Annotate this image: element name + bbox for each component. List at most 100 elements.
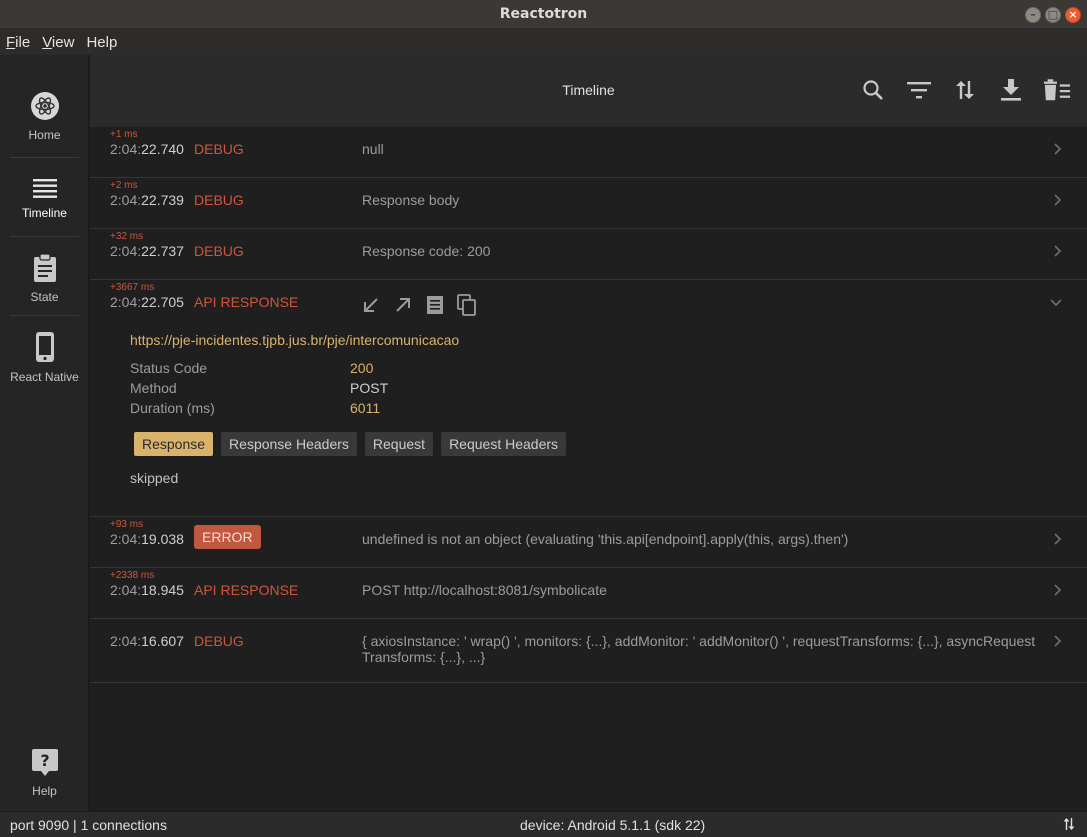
time-delta: +2 ms [110, 180, 138, 191]
timeline-row[interactable]: +93 ms 2:04:19.038 ERROR undefined is no… [90, 517, 1087, 568]
event-type: DEBUG [194, 141, 244, 157]
sidebar-divider [10, 236, 79, 237]
chevron-right-icon[interactable] [1053, 141, 1063, 162]
detail-row-duration: Duration (ms) 6011 [130, 400, 380, 416]
svg-text:?: ? [40, 751, 49, 770]
filter-icon[interactable] [905, 77, 933, 103]
timestamp: 2:04:19.038 [110, 531, 184, 547]
clipboard-icon [32, 253, 58, 286]
atom-icon [30, 91, 60, 124]
timeline-row[interactable]: +2338 ms 2:04:18.945 API RESPONSE POST h… [90, 568, 1087, 619]
detail-value: 200 [350, 360, 374, 376]
sort-icon[interactable] [951, 77, 979, 103]
minimize-button[interactable]: – [1025, 7, 1041, 23]
menu-view-label: iew [51, 33, 75, 51]
window-title: Reactotron [499, 6, 588, 22]
sidebar-item-timeline[interactable]: Timeline [0, 177, 89, 220]
time-delta: +2338 ms [110, 570, 155, 581]
arrow-in-icon[interactable] [360, 294, 382, 316]
timestamp: 2:04:22.739 [110, 192, 184, 208]
copy-icon[interactable] [456, 294, 478, 316]
menu-help-label: Help [86, 33, 118, 51]
timeline-row[interactable]: +1 ms 2:04:22.740 DEBUG null [90, 127, 1087, 178]
window-titlebar: Reactotron – □ × [0, 0, 1087, 29]
menu-file[interactable]: File [6, 34, 30, 51]
menu-file-label: ile [15, 33, 31, 51]
chevron-right-icon[interactable] [1053, 192, 1063, 213]
request-url: https://pje-incidentes.tjpb.jus.br/pje/i… [130, 332, 460, 348]
device-info: device: Android 5.1.1 (sdk 22) [520, 817, 706, 833]
help-icon: ? [31, 747, 59, 780]
chevron-right-icon[interactable] [1053, 243, 1063, 264]
timeline-row[interactable]: +32 ms 2:04:22.737 DEBUG Response code: … [90, 229, 1087, 280]
detail-value: POST [350, 380, 389, 396]
maximize-button[interactable]: □ [1045, 7, 1061, 23]
sidebar-item-home[interactable]: Home [0, 91, 89, 142]
sidebar-divider [10, 157, 79, 158]
event-type: API RESPONSE [194, 582, 299, 598]
timestamp-main: 16.607 [141, 633, 184, 649]
chevron-right-icon[interactable] [1053, 582, 1063, 603]
menu-file-mnemonic: F [6, 33, 16, 51]
timeline-list: +1 ms 2:04:22.740 DEBUG null +2 ms 2:04:… [90, 127, 1087, 811]
detail-row-method: Method POST [130, 380, 388, 396]
timeline-row[interactable]: +2 ms 2:04:22.739 DEBUG Response body [90, 178, 1087, 229]
timestamp-main: 18.945 [141, 582, 184, 598]
timeline-row[interactable]: 2:04:16.607 DEBUG { axiosInstance: ' wra… [90, 619, 1087, 683]
arrow-out-icon[interactable] [392, 294, 414, 316]
sidebar-item-react-native[interactable]: React Native [0, 331, 89, 384]
error-badge: ERROR [194, 525, 261, 549]
timestamp: 2:04:22.737 [110, 243, 184, 259]
timestamp-main: 22.705 [141, 294, 184, 310]
detail-key: Status Code [130, 360, 208, 376]
close-button[interactable]: × [1065, 7, 1081, 23]
chevron-right-icon[interactable] [1053, 633, 1063, 654]
sidebar-item-label: Timeline [22, 206, 67, 220]
detail-row-status: Status Code 200 [130, 360, 373, 376]
minimize-icon: – [1030, 8, 1036, 21]
tab-response-headers[interactable]: Response Headers [221, 432, 357, 456]
event-message: { axiosInstance: ' wrap() ', monitors: {… [362, 633, 1036, 665]
tab-request[interactable]: Request [364, 432, 434, 456]
detail-key: Duration (ms) [130, 400, 215, 416]
event-message: undefined is not an object (evaluating '… [362, 531, 849, 547]
receipt-icon[interactable] [424, 294, 446, 316]
maximize-icon: □ [1047, 8, 1059, 21]
timestamp-prefix: 2:04: [110, 243, 142, 259]
timestamp-main: 22.740 [141, 141, 184, 157]
chevron-down-icon[interactable] [1049, 294, 1063, 315]
timeline-row-expanded[interactable]: +3667 ms 2:04:22.705 API RESPONSE https:… [90, 280, 1087, 517]
delete-all-icon[interactable] [1043, 77, 1071, 103]
event-type: API RESPONSE [194, 294, 299, 310]
sidebar-item-label: React Native [10, 370, 79, 384]
timestamp-prefix: 2:04: [110, 294, 142, 310]
chevron-right-icon[interactable] [1053, 531, 1063, 552]
menu-view-mnemonic: V [42, 33, 52, 51]
tab-request-headers[interactable]: Request Headers [441, 432, 567, 456]
event-message: POST http://localhost:8081/symbolicate [362, 582, 607, 598]
transfer-icon[interactable] [1063, 817, 1075, 834]
response-body: skipped [130, 470, 179, 486]
sidebar-item-label: Home [28, 128, 61, 142]
timestamp-prefix: 2:04: [110, 141, 142, 157]
timestamp: 2:04:22.705 [110, 294, 184, 310]
status-bar: port 9090 | 1 connections device: Androi… [0, 811, 1087, 837]
menubar: File View Help [0, 29, 1087, 55]
menu-help[interactable]: Help [86, 34, 117, 51]
menu-view[interactable]: View [42, 34, 74, 51]
sidebar-item-state[interactable]: State [0, 253, 89, 304]
time-delta: +32 ms [110, 231, 144, 242]
list-icon [32, 177, 58, 202]
close-icon: × [1068, 8, 1078, 21]
event-message: Response code: 200 [362, 243, 491, 259]
download-icon[interactable] [997, 77, 1025, 103]
timestamp-prefix: 2:04: [110, 531, 142, 547]
timestamp: 2:04:22.740 [110, 141, 184, 157]
timestamp-main: 22.739 [141, 192, 184, 208]
search-icon[interactable] [859, 77, 887, 103]
time-delta: +93 ms [110, 519, 144, 530]
timestamp-prefix: 2:04: [110, 633, 142, 649]
tab-response[interactable]: Response [134, 432, 214, 456]
sidebar-item-help[interactable]: ? Help [0, 747, 89, 798]
timeline-header: Timeline [90, 55, 1087, 127]
